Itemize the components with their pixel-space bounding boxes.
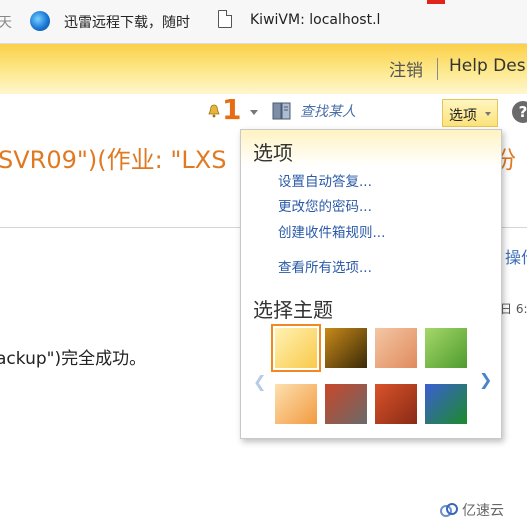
theme-leaves[interactable]	[425, 328, 467, 368]
message-subject: SVR09")(作业: "LXS	[0, 146, 227, 174]
watermark-text: 亿速云	[462, 503, 504, 519]
options-button-label: 选项	[449, 108, 477, 124]
message-date: 日 6:	[500, 302, 527, 316]
chevron-down-icon	[485, 112, 491, 116]
theme-monster[interactable]	[425, 384, 467, 424]
theme-next-icon[interactable]: ❯	[479, 370, 492, 389]
theme-fruit[interactable]	[375, 328, 417, 368]
options-button[interactable]: 选项	[442, 99, 498, 127]
signout-link[interactable]: 注销	[389, 56, 423, 81]
xunlei-favicon-icon	[30, 11, 50, 31]
menu-item-change-password[interactable]: 更改您的密码...	[278, 195, 372, 215]
theme-robot[interactable]	[325, 384, 367, 424]
bookmarks-bar: 天 迅雷远程下载，随时 KiwiVM: localhost.l	[0, 0, 527, 44]
theme-balloons[interactable]	[275, 384, 317, 424]
menu-item-auto-reply[interactable]: 设置自动答复...	[278, 170, 372, 190]
owa-header: 注销 Help Desk	[0, 44, 527, 94]
notification-dropdown-icon[interactable]	[250, 110, 258, 115]
options-menu-title: 选项	[253, 141, 293, 165]
options-menu: 选项 设置自动答复... 更改您的密码... 创建收件箱规则... 查看所有选项…	[240, 129, 502, 439]
menu-item-inbox-rule[interactable]: 创建收件箱规则...	[278, 221, 385, 241]
address-book-icon[interactable]	[272, 102, 292, 120]
theme-prev-icon[interactable]: ❮	[253, 372, 266, 391]
page-icon	[218, 10, 232, 28]
notification-count[interactable]: 1	[222, 95, 241, 125]
find-someone-input[interactable]	[300, 102, 435, 122]
message-body-text: ackup")完全成功。	[0, 349, 147, 369]
help-icon[interactable]: ?	[512, 101, 527, 123]
actions-link[interactable]: 操作	[505, 244, 527, 268]
yisu-logo-icon	[440, 503, 458, 517]
theme-section-title: 选择主题	[253, 298, 333, 322]
header-divider	[437, 58, 438, 80]
notification-bell-icon[interactable]	[207, 104, 221, 118]
theme-autumn[interactable]	[375, 384, 417, 424]
window-close-edge[interactable]	[427, 0, 445, 4]
bookmark-xunlei[interactable]: 迅雷远程下载，随时	[64, 12, 190, 32]
theme-sunshine[interactable]	[271, 324, 321, 372]
bookmark-cut-item[interactable]: 天	[0, 12, 12, 32]
theme-bees[interactable]	[325, 328, 367, 368]
bookmark-kiwivm[interactable]: KiwiVM: localhost.l	[250, 12, 380, 28]
helpdesk-link[interactable]: Help Desk	[449, 56, 527, 76]
menu-item-all-options[interactable]: 查看所有选项...	[278, 256, 372, 276]
